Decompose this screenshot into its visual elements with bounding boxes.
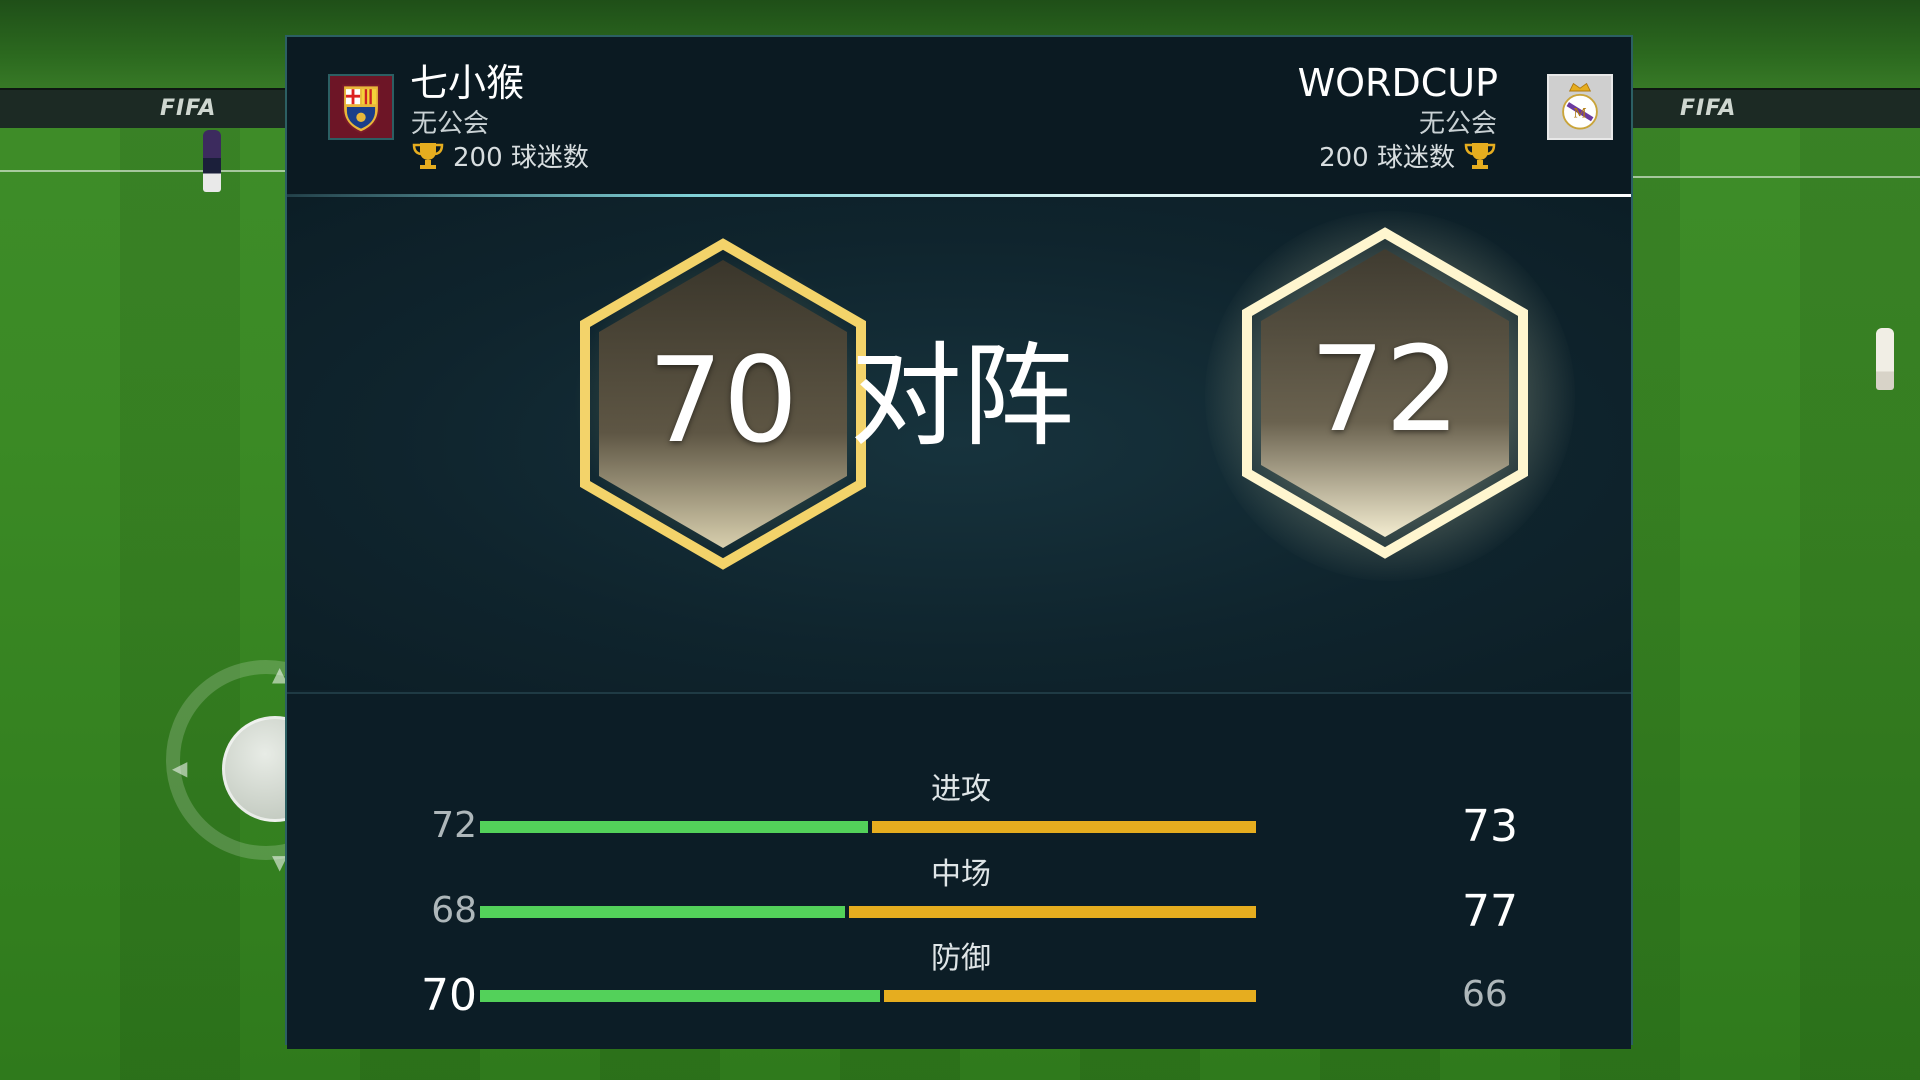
versus-label: 对阵 (850, 332, 1074, 462)
away-rating: 72 (1309, 320, 1461, 458)
home-fans-text: 200 球迷数 (453, 143, 589, 173)
home-team-name: 七小猴 (410, 61, 525, 105)
teams-header: 七小猴 无公会 200 球迷数 WORDCUP 无公会 200 球迷数 M (287, 37, 1631, 195)
stat-bar-attack (480, 821, 1256, 833)
trophy-icon (1464, 142, 1496, 169)
stats-comparison: 进攻 72 73 中场 68 77 防御 70 66 (287, 692, 1631, 1049)
matchup-panel: 七小猴 无公会 200 球迷数 WORDCUP 无公会 200 球迷数 M 70… (285, 35, 1633, 1049)
home-bar-fill (480, 990, 880, 1002)
away-rating-badge: 72 (1205, 211, 1575, 581)
ad-board-right: FIFA (1620, 88, 1920, 128)
away-fans-text: 200 球迷数 (1319, 143, 1455, 173)
away-team-name: WORDCUP (1297, 61, 1498, 105)
home-rating-badge: 70 (563, 232, 883, 572)
ad-board-left: FIFA (0, 88, 300, 128)
fifa-logo: FIFA (1680, 96, 1737, 121)
stat-home-midfield: 68 (431, 890, 477, 931)
touchline (1630, 176, 1920, 178)
stat-home-attack: 72 (431, 805, 477, 846)
away-bar-fill (849, 906, 1256, 918)
player-figure (1876, 328, 1894, 390)
home-bar-fill (480, 821, 868, 833)
real-madrid-crest-icon: M (1547, 74, 1613, 140)
home-bar-fill (480, 906, 845, 918)
stat-away-midfield: 77 (1462, 886, 1518, 937)
home-fans: 200 球迷数 (411, 137, 589, 174)
arrow-left-icon: ◀ (172, 756, 188, 780)
svg-text:M: M (1573, 106, 1586, 121)
stat-away-defense: 66 (1462, 974, 1508, 1015)
away-bar-fill (872, 821, 1256, 833)
stat-home-defense: 70 (421, 970, 477, 1021)
fifa-logo: FIFA (160, 96, 217, 121)
home-rating: 70 (647, 331, 799, 469)
stat-label-attack: 进攻 (931, 772, 991, 807)
home-guild: 无公会 (411, 109, 490, 139)
player-figure (203, 130, 221, 192)
trophy-icon (412, 142, 444, 169)
rating-area: 70 对阵 72 (287, 197, 1631, 690)
stat-label-defense: 防御 (931, 941, 991, 976)
stat-label-midfield: 中场 (931, 857, 991, 892)
barcelona-crest-icon (328, 74, 394, 140)
stat-bar-midfield (480, 906, 1256, 918)
away-bar-fill (884, 990, 1256, 1002)
stat-bar-defense (480, 990, 1256, 1002)
touchline (0, 170, 290, 172)
away-fans: 200 球迷数 (1319, 137, 1497, 174)
stat-away-attack: 73 (1462, 801, 1518, 852)
away-guild: 无公会 (1418, 109, 1497, 139)
